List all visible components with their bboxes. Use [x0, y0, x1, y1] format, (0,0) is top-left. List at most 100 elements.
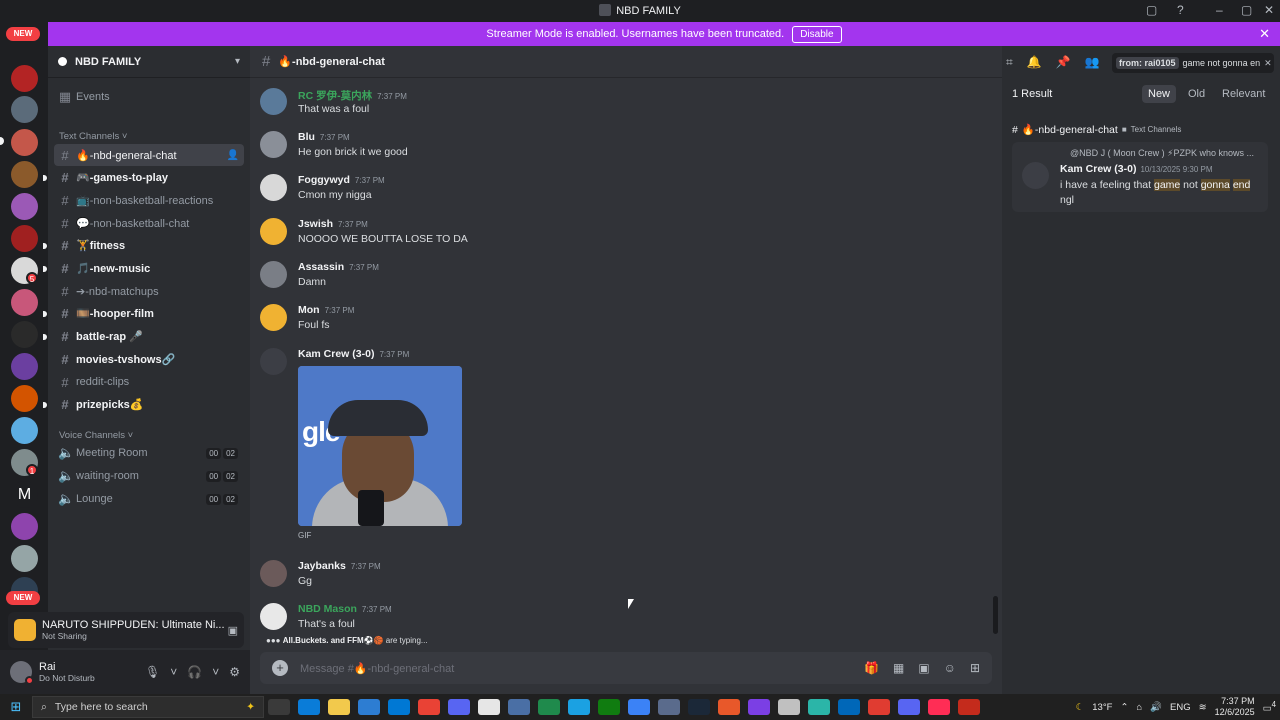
bell-icon[interactable]: 🔔	[1027, 55, 1042, 70]
disable-streamer-button[interactable]: Disable	[792, 25, 842, 43]
sort-old-tab[interactable]: Old	[1182, 85, 1211, 103]
channel-new-music[interactable]: # 🎵-new-music	[54, 257, 244, 279]
steam-icon[interactable]	[688, 699, 710, 715]
server-icon[interactable]: M	[11, 481, 38, 508]
minimize-button[interactable]: –	[1216, 3, 1223, 17]
notion-icon[interactable]	[478, 699, 500, 715]
avatar[interactable]	[260, 174, 287, 201]
author-name[interactable]: Blu	[298, 131, 315, 143]
windows-start-icon[interactable]: ⊞	[0, 699, 32, 715]
server-icon[interactable]	[11, 289, 38, 316]
help-icon[interactable]: ?	[1177, 3, 1184, 17]
events-link[interactable]: ▦ Events	[54, 86, 244, 108]
task-view-icon[interactable]	[268, 699, 290, 715]
close-button[interactable]: ✕	[1264, 3, 1274, 17]
server-icon[interactable]	[11, 96, 38, 123]
voice-channel-waiting-room[interactable]: 🔈 waiting-room 00 02	[54, 465, 244, 487]
server-icon[interactable]	[11, 513, 38, 540]
microphone-icon[interactable]: 🎙	[145, 665, 160, 679]
author-name[interactable]: NBD Mason	[298, 603, 357, 615]
channel-nbd-matchups[interactable]: # ➔-nbd-matchups	[54, 280, 244, 302]
inbox-icon[interactable]: ▢	[1146, 3, 1157, 17]
app-icon[interactable]	[748, 699, 770, 715]
emoji-icon[interactable]: ☺	[944, 661, 956, 675]
avatar[interactable]	[260, 560, 287, 587]
threads-icon[interactable]: ⌗	[1006, 55, 1013, 70]
avatar[interactable]	[1022, 162, 1049, 189]
server-icon[interactable]	[11, 193, 38, 220]
avatar[interactable]	[260, 131, 287, 158]
chevron-down-icon[interactable]: ˅	[212, 665, 219, 679]
author-name[interactable]: Mon	[298, 304, 320, 316]
pin-icon[interactable]: 📌	[1056, 55, 1071, 70]
voice-channel-meeting-room[interactable]: 🔈 Meeting Room 00 02	[54, 442, 244, 464]
gif-picker-icon[interactable]: ▦	[893, 661, 904, 675]
server-icon[interactable]	[11, 545, 38, 572]
author-name[interactable]: RC 罗伊-莫内林	[298, 90, 372, 102]
channel-prizepicks[interactable]: # prizepicks💰	[54, 393, 244, 415]
weather-temp[interactable]: 13°F	[1092, 702, 1112, 713]
volume-icon[interactable]: 🔊	[1150, 702, 1162, 713]
app-icon[interactable]	[958, 699, 980, 715]
avatar[interactable]	[260, 261, 287, 288]
avatar[interactable]	[260, 304, 287, 331]
gift-icon[interactable]: 🎁	[864, 661, 879, 675]
server-header[interactable]: NBD FAMILY ▾	[48, 46, 250, 78]
sticker-icon[interactable]: ▣	[918, 661, 929, 675]
avatar[interactable]	[10, 661, 34, 685]
channel-non-basketball-chat[interactable]: # 💬-non-basketball-chat	[54, 212, 244, 234]
attach-plus-icon[interactable]: +	[272, 660, 288, 676]
close-banner-icon[interactable]: ✕	[1259, 26, 1270, 42]
notification-icon[interactable]: ▭4	[1263, 700, 1276, 714]
result-channel[interactable]: # 🔥-nbd-general-chat ■ Text Channels	[1012, 123, 1181, 137]
discord-icon[interactable]	[898, 699, 920, 715]
network-icon[interactable]: ⌂	[1136, 702, 1142, 713]
file-explorer-icon[interactable]	[328, 699, 350, 715]
channel-movies-tvshows[interactable]: # movies-tvshows🔗	[54, 348, 244, 370]
members-icon[interactable]: 👥	[1085, 55, 1100, 70]
clear-search-icon[interactable]: ✕	[1260, 58, 1272, 69]
language-indicator[interactable]: ENG	[1170, 702, 1191, 713]
gif-attachment[interactable]: gle	[298, 366, 462, 526]
server-icon[interactable]	[11, 65, 38, 92]
app-icon[interactable]	[778, 699, 800, 715]
app-icon[interactable]	[658, 699, 680, 715]
app-icon[interactable]	[838, 699, 860, 715]
author-name[interactable]: Jaybanks	[298, 560, 346, 572]
server-icon[interactable]	[11, 417, 38, 444]
search-input[interactable]: from: rai0105 game not gonna en ✕	[1112, 53, 1274, 73]
sort-new-tab[interactable]: New	[1142, 85, 1177, 103]
channel-games-to-play[interactable]: # 🎮-games-to-play	[54, 166, 244, 188]
channel-fitness[interactable]: # 🏋️fitness	[54, 234, 244, 256]
channel-reddit-clips[interactable]: # reddit-clips	[54, 371, 244, 393]
app-icon[interactable]	[568, 699, 590, 715]
app-icon[interactable]	[718, 699, 740, 715]
category-text-channels[interactable]: Text Channels ˅	[59, 131, 127, 142]
search-result[interactable]: @NBD J ( Moon Crew ) ⚡PZPK who knows ...…	[1012, 142, 1268, 212]
screen-share-icon[interactable]: ▣	[228, 624, 238, 637]
author-name[interactable]: Assassin	[298, 261, 344, 273]
edge-icon[interactable]	[298, 699, 320, 715]
app-icon[interactable]	[628, 699, 650, 715]
app-icon[interactable]	[508, 699, 530, 715]
headphones-icon[interactable]: 🎧	[187, 665, 202, 679]
mail-icon[interactable]	[388, 699, 410, 715]
tray-overflow-icon[interactable]: ⌃	[1120, 702, 1128, 713]
sort-relevant-tab[interactable]: Relevant	[1216, 85, 1271, 103]
apps-icon[interactable]: ⊞	[970, 661, 980, 675]
activity-card[interactable]: NARUTO SHIPPUDEN: Ultimate Ni... Not Sha…	[8, 612, 244, 648]
server-icon[interactable]	[11, 353, 38, 380]
xbox-icon[interactable]	[598, 699, 620, 715]
search-filter-chip[interactable]: from: rai0105	[1116, 57, 1179, 69]
calculator-icon[interactable]	[538, 699, 560, 715]
store-icon[interactable]	[358, 699, 380, 715]
channel-nbd-general-chat[interactable]: # 🔥-nbd-general-chat 👤	[54, 144, 244, 166]
server-icon[interactable]	[11, 129, 38, 156]
clock[interactable]: 7:37 PM 12/6/2025	[1215, 696, 1255, 718]
chevron-down-icon[interactable]: ˅	[170, 665, 177, 679]
gear-icon[interactable]: ⚙	[229, 665, 240, 679]
avatar[interactable]	[260, 348, 287, 375]
voice-channel-lounge[interactable]: 🔈 Lounge 00 02	[54, 488, 244, 510]
avatar[interactable]	[260, 218, 287, 245]
taskbar-search[interactable]: ⌕ Type here to search ✦	[32, 696, 264, 718]
